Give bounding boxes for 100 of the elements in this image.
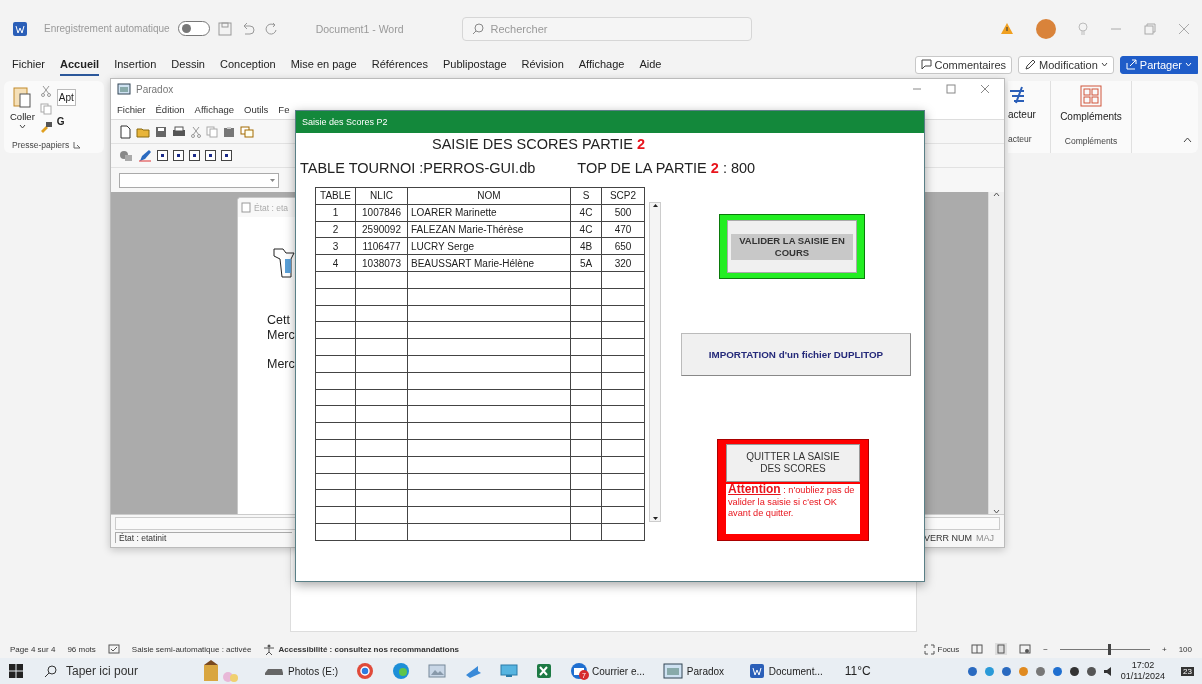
zoom-in-button[interactable]: + — [1161, 644, 1167, 654]
search-field[interactable]: Rechercher — [461, 16, 752, 41]
report-title: État : eta — [254, 202, 289, 213]
add-ins-button[interactable]: Compléments — [1060, 111, 1122, 122]
caret-icon — [1100, 62, 1108, 67]
search-icon — [471, 22, 484, 35]
down-arrow-icon — [651, 516, 659, 521]
taskbar-search-field[interactable]: Taper ici pour — [40, 658, 190, 684]
menu-tab[interactable]: Dessin — [171, 53, 205, 76]
up-arrow-icon — [651, 203, 659, 208]
menu-tab[interactable]: Mise en page — [290, 53, 357, 76]
add-ins-icon — [1080, 85, 1102, 107]
table-cell: BEAUSSART Marie-Hélène — [407, 254, 571, 272]
copy-icon — [39, 103, 52, 115]
taskbar-app[interactable]: Paradox — [656, 658, 737, 684]
taskbar-app[interactable]: Photos (E:) — [258, 658, 345, 684]
editor-button[interactable]: acteur — [1008, 109, 1036, 120]
taskbar-app[interactable]: Document... — [742, 658, 829, 684]
notification-count[interactable]: 23 — [1181, 666, 1194, 676]
clock[interactable]: 17:02 01/11/2024 — [1120, 660, 1166, 682]
save-icon — [217, 21, 232, 36]
report-icon — [241, 202, 251, 213]
caret-icon — [993, 509, 1000, 514]
start-icon — [8, 663, 24, 679]
dialog-heading: SAISIE DES SCORES PARTIE 2 — [432, 136, 647, 152]
autocomplete-status: Saisie semi-automatique : activée — [131, 644, 252, 654]
page-count: Page 4 sur 4 — [10, 644, 56, 654]
scrollbar[interactable] — [649, 202, 661, 522]
restore-icon — [1144, 22, 1156, 35]
bold-button[interactable]: G — [56, 116, 65, 127]
menu-item[interactable]: Fichier — [117, 103, 146, 115]
menu-item[interactable]: Outils — [244, 103, 269, 115]
lightbulb-icon — [1078, 21, 1088, 36]
comment-button[interactable]: Commentaires — [914, 55, 1013, 74]
menu-item[interactable]: Fe — [278, 103, 290, 115]
paste-button[interactable]: Coller — [10, 111, 35, 122]
database-window-icon — [662, 663, 683, 679]
menu-tab[interactable]: Révision — [521, 53, 564, 76]
menu-tab[interactable]: Publipostage — [442, 53, 507, 76]
menu-tab[interactable]: Conception — [220, 53, 276, 76]
menu-tab[interactable]: Aide — [639, 53, 662, 76]
menu-tab[interactable]: Références — [371, 53, 428, 76]
focus-icon — [923, 643, 935, 655]
table-cell: 3 — [315, 237, 356, 255]
shapes-icon — [119, 149, 133, 162]
import-button[interactable]: IMPORTATION d'un fichier DUPLITOP — [681, 333, 911, 376]
pencil-icon — [138, 149, 152, 162]
validate-button[interactable]: VALIDER LA SAISIE EN COURS — [727, 220, 857, 273]
scissors-icon — [40, 85, 51, 97]
font-name-field[interactable]: Apt — [56, 89, 76, 106]
app-icon — [117, 83, 131, 95]
status-indicator: VERR NUM — [924, 532, 972, 543]
menu-tab[interactable]: Affichage — [578, 53, 625, 76]
slider-thumb[interactable] — [1108, 643, 1112, 655]
save-icon — [155, 125, 167, 138]
table-cell: 4B — [570, 237, 602, 255]
dropdown-field[interactable] — [119, 172, 279, 188]
scrollbar[interactable] — [988, 192, 1004, 514]
autosave-label: Enregistrement automatique — [44, 23, 170, 34]
weather-widget[interactable]: 11°C — [844, 664, 871, 678]
spreadsheet-icon — [536, 663, 553, 679]
proofing-icon — [107, 643, 120, 655]
quit-button[interactable]: QUITTER LA SAISIE DES SCORES — [726, 444, 860, 482]
copy-icon — [206, 125, 218, 138]
menu-tab[interactable]: Insertion — [114, 53, 157, 76]
search-icon — [44, 665, 57, 678]
table-cell: 470 — [601, 221, 645, 238]
accessibility-status[interactable]: Accessibilité : consultez nos recommandations — [278, 644, 459, 654]
redo-icon — [263, 21, 278, 36]
scissors-icon — [191, 125, 201, 138]
read-mode-icon — [971, 644, 984, 654]
close-icon — [980, 84, 990, 94]
document-icon — [748, 663, 765, 679]
warning-icon — [1000, 22, 1014, 35]
status-indicator: MAJ — [976, 532, 994, 543]
menu-tab[interactable]: Fichier — [12, 53, 45, 76]
comment-icon — [920, 59, 932, 70]
accessibility-icon — [263, 643, 276, 655]
status-text: État : etatinit — [115, 532, 292, 543]
column-header: S — [570, 187, 602, 205]
caret-icon — [18, 124, 26, 129]
menu-item[interactable]: Édition — [155, 103, 185, 115]
globe-icon — [356, 662, 375, 680]
autosave-toggle[interactable] — [177, 21, 210, 36]
table-cell: 1106477 — [355, 237, 408, 255]
menu-tab[interactable]: Accueil — [60, 53, 100, 76]
share-button[interactable]: Partager — [1119, 55, 1198, 74]
share-icon — [1125, 59, 1137, 70]
group-label: Compléments — [1064, 136, 1118, 146]
zoom-slider[interactable] — [1059, 643, 1150, 655]
tray-icon — [1000, 665, 1012, 677]
table-cell: 1007846 — [355, 204, 408, 222]
menu-item[interactable]: Affichage — [194, 103, 235, 115]
tray-icon — [1034, 665, 1046, 677]
edit-button[interactable]: Modification — [1018, 55, 1114, 74]
zoom-out-button[interactable]: − — [1043, 644, 1048, 654]
word-count: 96 mots — [67, 644, 96, 654]
browser-icon — [392, 662, 411, 680]
avatar[interactable] — [1036, 18, 1056, 39]
focus-button[interactable]: Focus — [937, 644, 960, 654]
